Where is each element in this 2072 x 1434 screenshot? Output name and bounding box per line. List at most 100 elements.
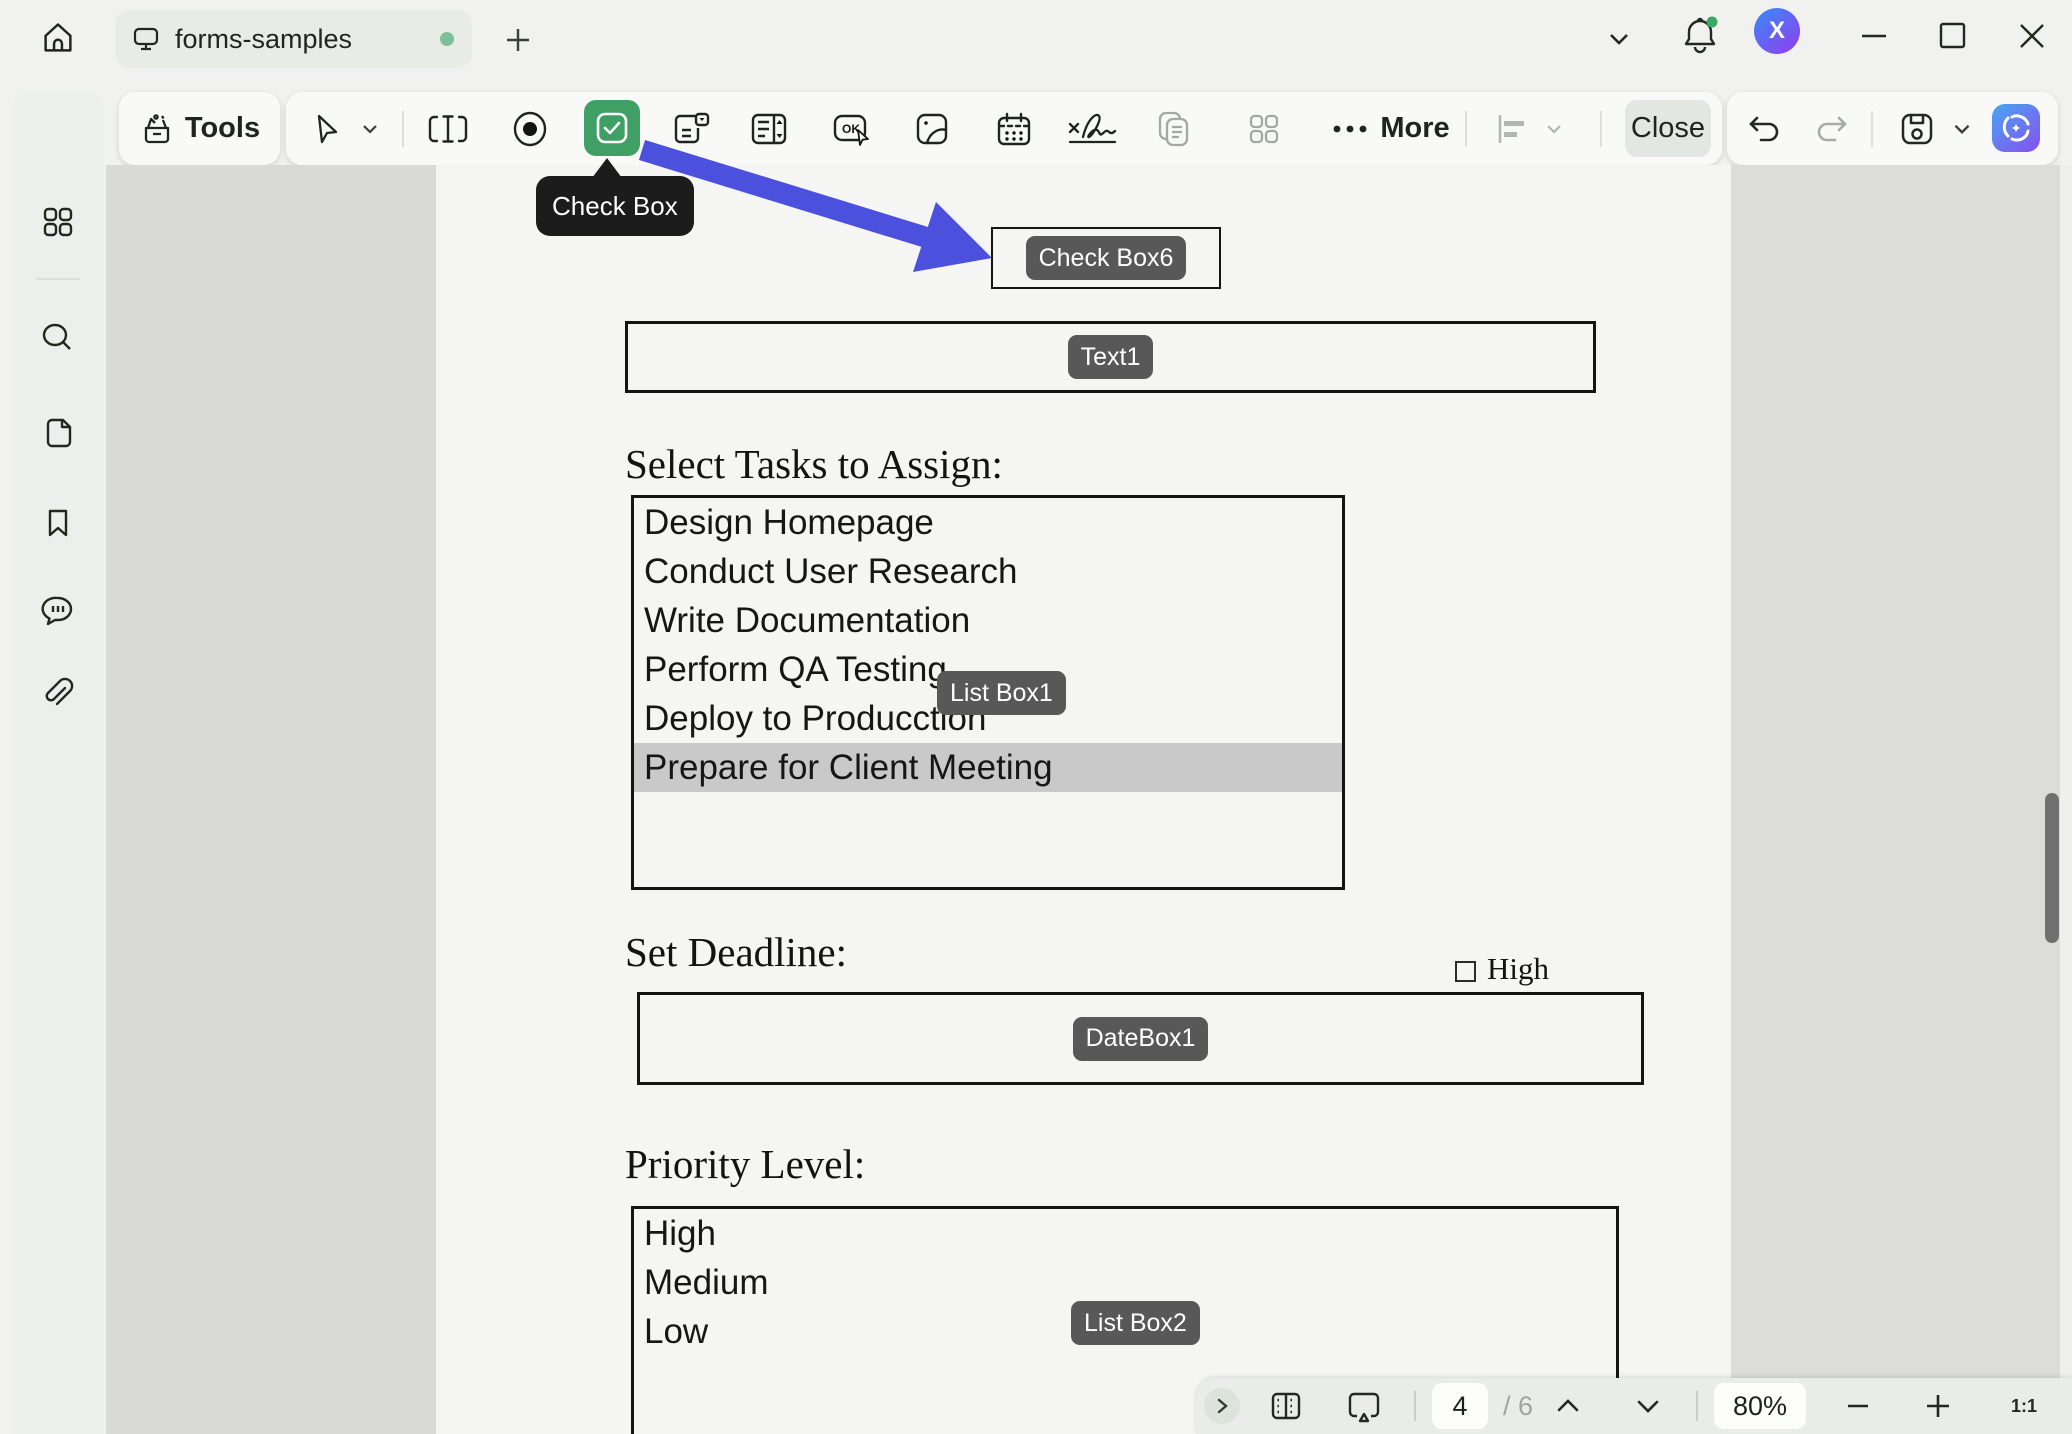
maximize-icon (1928, 12, 1976, 60)
sidebar-attachments-button[interactable] (40, 676, 76, 712)
close-form-mode-button[interactable]: Close (1625, 100, 1711, 157)
sidebar-search-button[interactable] (40, 320, 76, 356)
select-tool-dropdown[interactable] (352, 92, 388, 165)
list-item[interactable]: High (634, 1209, 1616, 1258)
image-field-icon (913, 110, 951, 148)
paperclip-icon (40, 676, 76, 712)
radio-button-tool-button[interactable] (502, 92, 558, 165)
list-item[interactable]: Design Homepage (634, 498, 1342, 547)
arrange-fields-button[interactable] (1236, 92, 1292, 165)
align-fields-button[interactable] (1488, 92, 1536, 165)
avatar[interactable]: X (1754, 8, 1800, 54)
scrollbar-thumb[interactable] (2045, 793, 2059, 943)
list-item[interactable]: Write Documentation (634, 596, 1342, 645)
tooltip-caret (592, 158, 622, 178)
check-box6-field[interactable]: Check Box6 (991, 227, 1221, 289)
check-box6-field-label: Check Box6 (1026, 236, 1187, 280)
align-dropdown[interactable] (1536, 92, 1572, 165)
datebox1-field[interactable]: DateBox1 (637, 992, 1644, 1085)
home-button[interactable] (36, 16, 80, 60)
search-icon (40, 320, 76, 356)
maximize-button[interactable] (1928, 12, 1976, 60)
zoom-level-input[interactable]: 80% (1714, 1383, 1806, 1429)
priority-heading: Priority Level: (625, 1140, 865, 1188)
combo-box-tool-button[interactable] (663, 92, 719, 165)
sidebar-divider (36, 278, 80, 280)
scrollbar-track[interactable] (2060, 165, 2072, 1434)
undo-button[interactable] (1739, 92, 1787, 165)
signature-icon (1066, 110, 1118, 148)
list-box-tool-button[interactable] (741, 92, 797, 165)
text1-field[interactable]: Text1 (625, 321, 1596, 393)
tab-list-button[interactable] (1598, 18, 1640, 60)
list-box1-field[interactable]: Design Homepage Conduct User Research Wr… (631, 495, 1345, 890)
high-checkbox-label: High (1487, 951, 1549, 987)
align-left-icon (1495, 113, 1529, 145)
text-field-tool-button[interactable] (420, 92, 476, 165)
save-icon (1899, 111, 1935, 147)
presentation-button[interactable] (1340, 1386, 1388, 1426)
minimize-icon (1850, 12, 1898, 60)
chevron-up-icon (1555, 1396, 1581, 1416)
tab-forms-samples[interactable]: forms-samples (115, 10, 472, 68)
actual-size-label: 1:1 (2011, 1396, 2037, 1417)
more-button[interactable]: More (1326, 92, 1456, 165)
select-tool-button[interactable] (304, 92, 350, 165)
undo-icon (1745, 113, 1781, 145)
notifications-button[interactable] (1676, 10, 1724, 62)
sidebar-bookmarks-button[interactable] (40, 505, 76, 541)
toolbar-separator (1600, 111, 1602, 147)
text-field-icon (427, 111, 469, 147)
close-window-button[interactable] (2008, 12, 2056, 60)
presentation-icon (1345, 1388, 1383, 1424)
plus-icon (1924, 1392, 1952, 1420)
duplicate-fields-button[interactable] (1146, 92, 1202, 165)
check-box-tool-button[interactable] (584, 100, 640, 156)
redo-button[interactable] (1809, 92, 1857, 165)
cursor-icon (310, 112, 344, 146)
svg-text:OK: OK (842, 122, 860, 136)
expand-toolbar-button[interactable] (1204, 1388, 1240, 1424)
list-item[interactable]: Conduct User Research (634, 547, 1342, 596)
save-button[interactable] (1893, 92, 1941, 165)
zoom-out-button[interactable] (1838, 1388, 1878, 1424)
push-button-tool-button[interactable]: OK (824, 92, 880, 165)
avatar-initial: X (1769, 17, 1785, 45)
list-item[interactable]: Medium (634, 1258, 1616, 1307)
apps-grid-icon (1245, 110, 1283, 148)
page-view-button[interactable] (1262, 1386, 1310, 1426)
page-number-input[interactable]: 4 (1432, 1383, 1488, 1429)
redo-icon (1815, 113, 1851, 145)
chevron-right-icon (1213, 1397, 1231, 1415)
check-box-icon (595, 111, 629, 145)
minimize-button[interactable] (1850, 12, 1898, 60)
deadline-heading: Set Deadline: (625, 928, 847, 976)
zoom-in-button[interactable] (1918, 1388, 1958, 1424)
save-dropdown[interactable] (1943, 92, 1981, 165)
actual-size-button[interactable]: 1:1 (1996, 1386, 2052, 1426)
date-field-tool-button[interactable] (986, 92, 1042, 165)
sidebar-pages-button[interactable] (40, 414, 76, 450)
image-field-tool-button[interactable] (904, 92, 960, 165)
quick-actions-toolbar (1727, 92, 2058, 165)
list-box2-field-label: List Box2 (1071, 1301, 1200, 1345)
forms-toolbar: OK (286, 92, 1722, 165)
grid-icon (40, 204, 76, 240)
radio-button-icon (511, 110, 549, 148)
chevron-down-icon (1635, 1396, 1661, 1416)
sidebar-comments-button[interactable] (40, 592, 76, 628)
previous-page-button[interactable] (1548, 1388, 1588, 1424)
chevron-down-icon (1543, 118, 1565, 140)
combo-box-icon (671, 110, 711, 148)
toolbar-separator (402, 111, 404, 147)
high-checkbox[interactable] (1455, 961, 1476, 982)
tools-menu-button[interactable]: Tools (119, 92, 280, 165)
comment-icon (40, 592, 76, 628)
sidebar-panels-button[interactable] (40, 204, 76, 240)
signature-field-tool-button[interactable] (1062, 92, 1122, 165)
monitor-icon (131, 24, 161, 54)
new-tab-button[interactable] (498, 20, 538, 60)
ai-assistant-button[interactable] (1992, 104, 2040, 152)
next-page-button[interactable] (1628, 1388, 1668, 1424)
list-item-selected[interactable]: Prepare for Client Meeting (634, 743, 1342, 792)
